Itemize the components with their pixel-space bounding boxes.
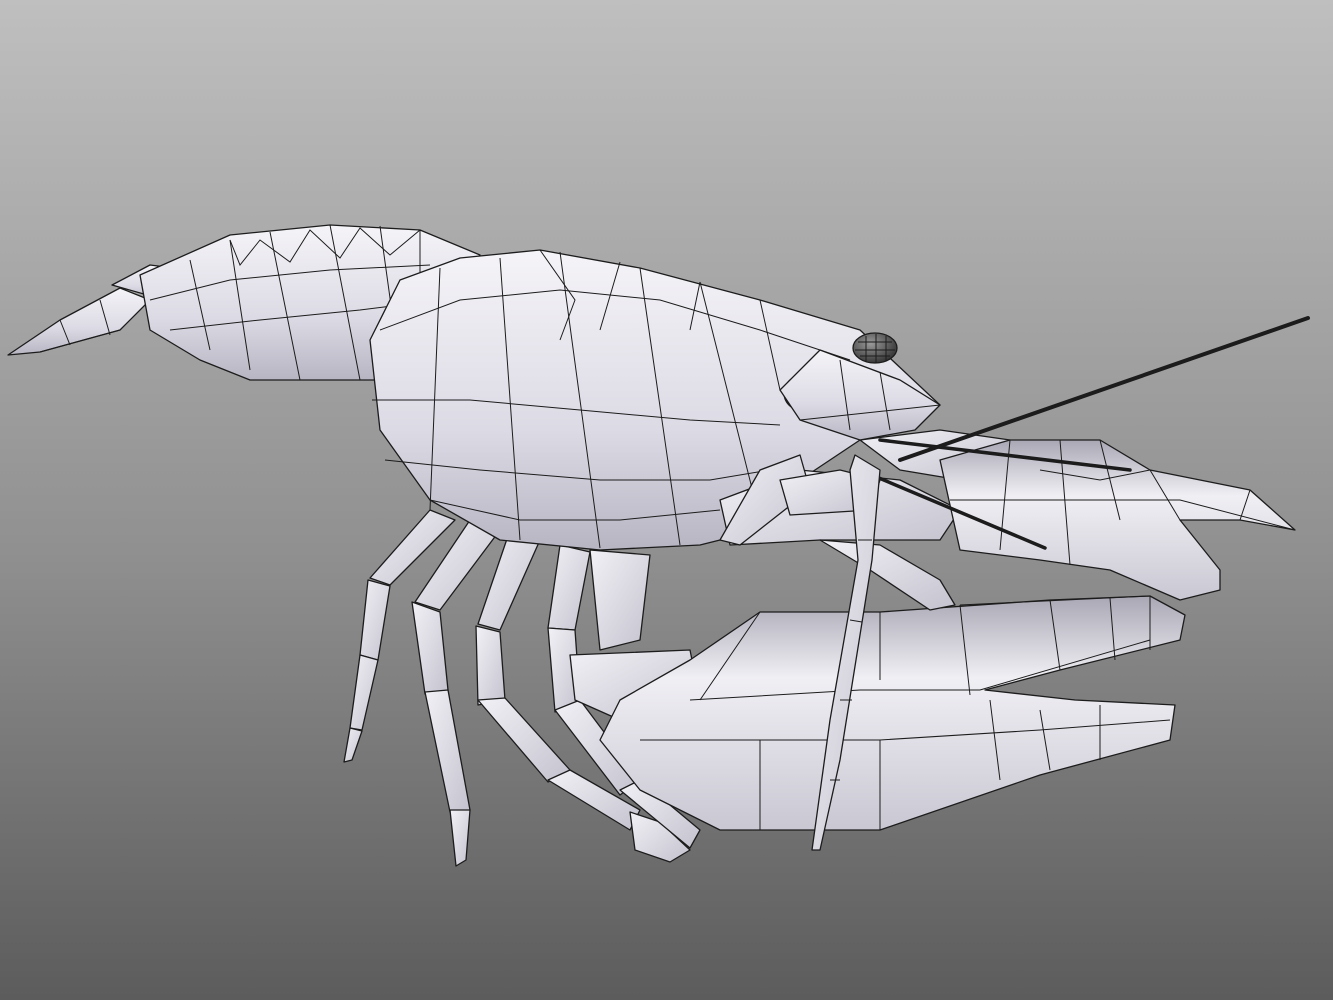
eye-far: [852, 332, 898, 364]
render-viewport: [0, 0, 1333, 1000]
crayfish-3d-model: [0, 0, 1333, 1000]
